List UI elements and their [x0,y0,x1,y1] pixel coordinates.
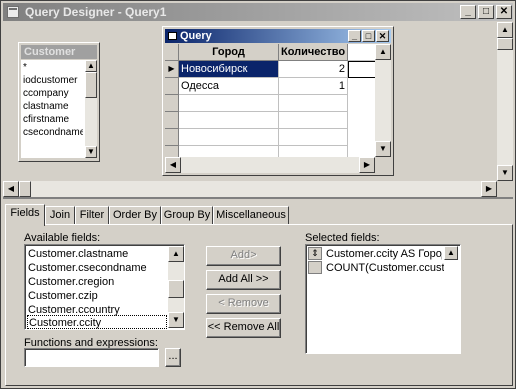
query-designer-window: Query Designer - Query1 _ □ ✕ Customer *… [0,0,516,389]
list-item[interactable]: Customer.csecondname [28,261,147,275]
customer-field-list[interactable]: * iodcustomer ccompany clastname cfirstn… [21,60,97,158]
customer-table-box[interactable]: Customer * iodcustomer ccompany clastnam… [18,42,100,162]
arrow-up-icon[interactable]: ▲ [497,22,513,38]
query-maximize-button[interactable]: □ [362,30,375,42]
diagram-vertical-scrollbar[interactable]: ▲ ▼ [497,22,513,181]
selected-fields-label: Selected fields: [305,232,380,244]
grid-icon [168,32,177,40]
scroll-corner [497,181,513,197]
selected-fields-scrollbar[interactable]: ▲ [444,246,458,260]
app-icon [7,6,19,18]
tab-join[interactable]: Join [45,206,75,225]
add-button[interactable]: Add> [206,246,281,266]
table-cell[interactable] [179,146,279,157]
row-header[interactable] [165,129,179,146]
customer-field-item[interactable]: csecondname [23,126,83,139]
query-result-titlebar[interactable]: Query _ □ ✕ [165,29,391,43]
arrow-up-icon[interactable]: ▲ [168,246,184,262]
arrow-down-icon[interactable]: ▼ [375,141,391,157]
query-minimize-button[interactable]: _ [348,30,361,42]
tab-order-by[interactable]: Order By [109,206,161,225]
customer-field-item[interactable]: iodcustomer [23,74,83,87]
browse-button[interactable]: ... [165,348,181,367]
table-cell[interactable] [279,95,348,112]
customer-field-item[interactable]: clastname [23,100,83,113]
grid-corner [165,44,179,61]
arrow-down-icon[interactable]: ▼ [168,312,184,328]
available-fields-label: Available fields: [24,232,101,244]
table-cell-city[interactable]: Новосибирск [179,61,279,78]
arrow-up-icon[interactable]: ▲ [85,60,97,72]
window-title: Query Designer - Query1 [25,5,167,19]
minimize-button[interactable]: _ [460,5,476,19]
column-header-city[interactable]: Город [179,44,279,61]
tab-miscellaneous[interactable]: Miscellaneous [213,206,289,225]
column-header-count[interactable]: Количество [279,44,348,61]
table-cell[interactable] [179,129,279,146]
diagram-horizontal-scrollbar[interactable]: ◀ ▶ [3,181,497,197]
list-item[interactable]: Customer.clastname [28,247,128,261]
tab-filter[interactable]: Filter [75,206,109,225]
arrow-up-icon[interactable]: ▲ [444,246,458,260]
grid-horizontal-scrollbar[interactable]: ◀ ▶ [165,157,375,173]
scroll-thumb[interactable] [85,72,97,98]
query-result-title: Query [180,30,212,42]
row-pointer-icon[interactable]: ▶ [165,61,179,78]
add-all-button[interactable]: Add All >> [206,270,281,290]
query-close-button[interactable]: ✕ [376,30,389,42]
remove-all-button[interactable]: << Remove All [206,318,281,338]
customer-fields-scrollbar[interactable]: ▲ ▼ [85,60,97,158]
list-item-selected[interactable]: Customer.ccity [27,315,167,329]
selected-fields-list[interactable]: ⇕ Customer.ccity AS Город COUNT(Customer… [305,244,461,354]
functions-input[interactable] [24,348,159,367]
list-item[interactable]: Customer.czip [28,289,98,303]
up-down-handle-icon[interactable]: ⇕ [308,247,322,260]
table-cell-count[interactable]: 2 [279,61,348,78]
title-bar[interactable]: Query Designer - Query1 _ □ ✕ [3,3,513,21]
query-result-window[interactable]: Query _ □ ✕ Город Количество ▶ Новосибир… [162,26,394,176]
arrow-down-icon[interactable]: ▼ [85,146,97,158]
tab-fields[interactable]: Fields [5,204,45,226]
arrow-up-icon[interactable]: ▲ [375,44,391,60]
close-button[interactable]: ✕ [496,5,512,19]
scroll-thumb[interactable] [168,280,184,298]
table-cell[interactable] [279,112,348,129]
available-fields-list[interactable]: Customer.clastname Customer.csecondname … [24,244,185,330]
result-grid[interactable]: Город Количество ▶ Новосибирск 2 Одесса … [165,44,375,157]
maximize-button[interactable]: □ [478,5,494,19]
customer-field-item[interactable]: ccompany [23,87,83,100]
row-header[interactable] [165,112,179,129]
row-header[interactable] [165,95,179,112]
row-handle[interactable] [308,261,322,274]
table-cell[interactable] [179,95,279,112]
list-item[interactable]: COUNT(Customer.ccustid [326,261,444,275]
arrow-right-icon[interactable]: ▶ [359,157,375,173]
pane-splitter[interactable] [3,197,513,199]
customer-field-item[interactable]: * [23,61,83,74]
grid-empty [348,44,375,61]
table-cell[interactable] [279,146,348,157]
scroll-thumb[interactable] [19,181,31,197]
row-header[interactable] [165,78,179,95]
remove-button[interactable]: < Remove [206,294,281,314]
list-item[interactable]: Customer.cregion [28,275,114,289]
arrow-left-icon[interactable]: ◀ [165,157,181,173]
grid-empty[interactable] [348,61,375,78]
available-fields-scrollbar[interactable]: ▲ ▼ [168,246,184,328]
list-item[interactable]: Customer.ccity AS Город [326,247,442,261]
diagram-pane: Customer * iodcustomer ccompany clastnam… [3,22,513,197]
grid-vertical-scrollbar[interactable]: ▲ ▼ [375,44,391,157]
customer-field-item[interactable]: cfirstname [23,113,83,126]
tab-group-by[interactable]: Group By [161,206,213,225]
arrow-right-icon[interactable]: ▶ [481,181,497,197]
table-cell[interactable] [279,129,348,146]
arrow-left-icon[interactable]: ◀ [3,181,19,197]
table-cell-city[interactable]: Одесса [179,78,279,95]
customer-table-title[interactable]: Customer [21,45,97,59]
scroll-thumb[interactable] [497,38,513,50]
row-header[interactable] [165,146,179,157]
arrow-down-icon[interactable]: ▼ [497,165,513,181]
table-cell[interactable] [179,112,279,129]
table-cell-count[interactable]: 1 [279,78,348,95]
